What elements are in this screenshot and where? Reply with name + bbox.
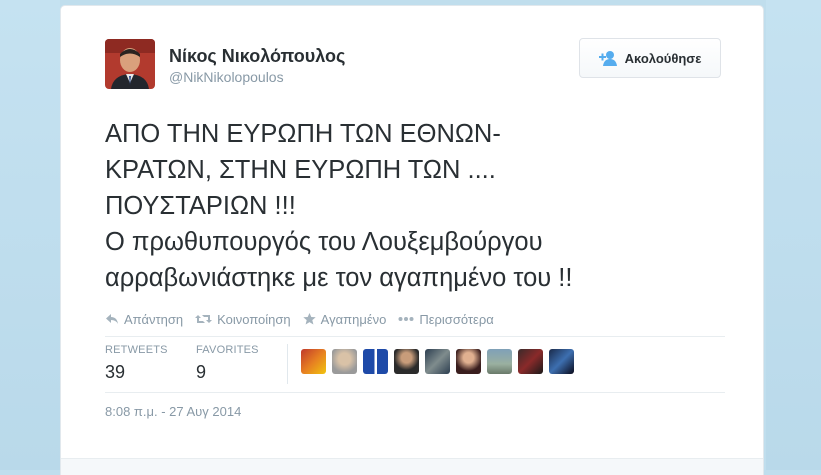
tweet-text-line: αρραβωνιάστηκε με τον αγαπημένο του !! [105,264,573,292]
card-footer [61,458,763,475]
more-label: Περισσότερα [419,311,494,327]
follow-button-label: Ακολούθησε [624,50,702,66]
star-icon [302,313,316,325]
follow-button[interactable]: Ακολούθησε [579,38,721,78]
favorites-count: 9 [196,362,207,382]
tweet-text: ΑΠΟ ΤΗΝ ΕΥΡΩΠΗ ΤΩΝ ΕΘΝΩΝ- ΚΡΑΤΩΝ, ΣΤΗΝ Ε… [105,116,745,296]
page-background-right [766,0,821,470]
author-avatar[interactable] [105,39,155,89]
add-user-icon [598,51,617,66]
retweeter-avatar[interactable] [518,349,543,374]
tweet-text-line: ΠΟΥΣΤΑΡΙΩΝ !!! [105,192,296,220]
tweet-timestamp[interactable]: 8:08 π.μ. - 27 Αυγ 2014 [105,404,241,419]
retweeter-avatar[interactable] [456,349,481,374]
retweeter-avatar[interactable] [301,349,326,374]
retweets-count: 39 [105,362,126,382]
reply-label: Απάντηση [124,311,184,327]
favorite-action[interactable]: Αγαπημένο [302,311,387,327]
tweet-text-line: ΑΠΟ ΤΗΝ ΕΥΡΩΠΗ ΤΩΝ ΕΘΝΩΝ- [105,120,501,148]
ellipsis-icon [398,317,414,321]
retweets-stat[interactable]: RETWEETS 39 [105,344,168,383]
retweet-label: Κοινοποίηση [217,311,291,327]
reply-action[interactable]: Απάντηση [105,312,183,327]
stats-separator [287,344,288,384]
author-name[interactable]: Νίκος Νικολόπουλος [169,46,345,67]
more-action[interactable]: Περισσότερα [398,311,494,327]
retweeter-avatar[interactable] [394,349,419,374]
tweet-text-line: Ο πρωθυπουργός του Λουξεμβούργου [105,228,543,256]
retweeter-avatar[interactable] [363,349,388,374]
retweeter-avatar[interactable] [549,349,574,374]
tweet-text-line: ΚΡΑΤΩΝ, ΣΤΗΝ ΕΥΡΩΠΗ ΤΩΝ .... [105,156,496,184]
favorite-label: Αγαπημένο [320,311,387,327]
tweet-actions: Απάντηση Κοινοποίηση Αγαπημένο Περισσότε… [105,310,506,328]
retweeter-avatar[interactable] [487,349,512,374]
reply-icon [106,314,118,324]
retweeter-avatar[interactable] [332,349,357,374]
retweets-label: RETWEETS [105,344,168,356]
retweet-action[interactable]: Κοινοποίηση [195,312,291,327]
page-background-left [0,0,60,470]
retweet-icon [195,315,213,323]
author-handle[interactable]: @NikNikolopoulos [169,69,284,85]
divider [105,336,725,337]
favorites-stat[interactable]: FAVORITES 9 [196,344,259,383]
tweet-card: Νίκος Νικολόπουλος @NikNikolopoulos Ακολ… [60,5,764,475]
divider [105,392,725,393]
retweeter-avatar[interactable] [425,349,450,374]
favorites-label: FAVORITES [196,344,259,356]
retweeter-avatars [301,349,580,374]
